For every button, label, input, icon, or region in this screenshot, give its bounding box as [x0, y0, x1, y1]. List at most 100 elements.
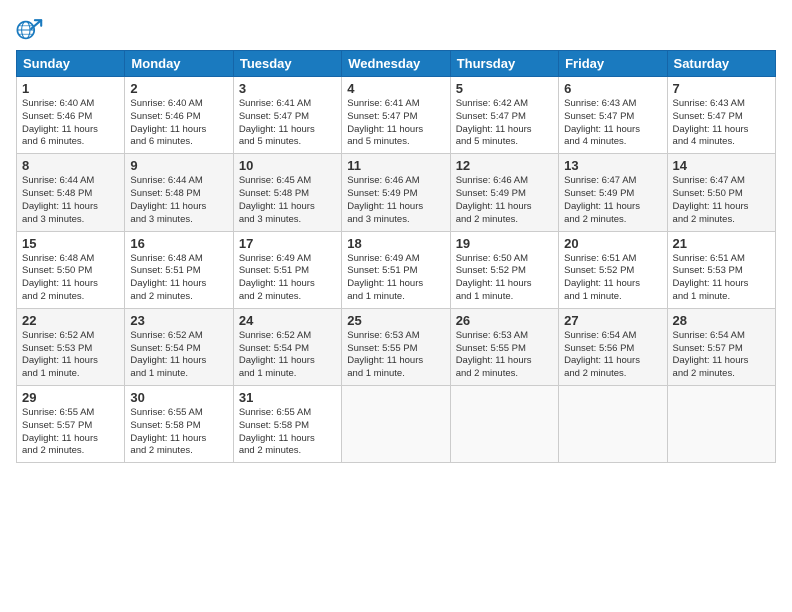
calendar-cell [559, 386, 667, 463]
calendar-cell: 17 Sunrise: 6:49 AMSunset: 5:51 PMDayligh… [233, 231, 341, 308]
day-info: Sunrise: 6:49 AMSunset: 5:51 PMDaylight:… [347, 253, 444, 304]
calendar-cell: 7 Sunrise: 6:43 AMSunset: 5:47 PMDaylight… [667, 77, 775, 154]
day-number: 28 [673, 313, 770, 328]
day-number: 15 [22, 236, 119, 251]
day-info: Sunrise: 6:55 AMSunset: 5:57 PMDaylight:… [22, 407, 119, 458]
calendar-cell: 22 Sunrise: 6:52 AMSunset: 5:53 PMDayligh… [17, 308, 125, 385]
page-container: SundayMondayTuesdayWednesdayThursdayFrid… [0, 0, 792, 471]
weekday-header-row: SundayMondayTuesdayWednesdayThursdayFrid… [17, 51, 776, 77]
weekday-header-saturday: Saturday [667, 51, 775, 77]
day-info: Sunrise: 6:53 AMSunset: 5:55 PMDaylight:… [456, 330, 553, 381]
day-info: Sunrise: 6:52 AMSunset: 5:53 PMDaylight:… [22, 330, 119, 381]
day-number: 21 [673, 236, 770, 251]
week-row-1: 1Sunrise: 6:40 AMSunset: 5:46 PMDaylight… [17, 77, 776, 154]
weekday-header-thursday: Thursday [450, 51, 558, 77]
logo-icon [16, 16, 44, 44]
calendar-cell: 11 Sunrise: 6:46 AMSunset: 5:49 PMDayligh… [342, 154, 450, 231]
calendar-cell: 20 Sunrise: 6:51 AMSunset: 5:52 PMDayligh… [559, 231, 667, 308]
day-number: 23 [130, 313, 227, 328]
calendar-cell: 15 Sunrise: 6:48 AMSunset: 5:50 PMDayligh… [17, 231, 125, 308]
day-number: 24 [239, 313, 336, 328]
calendar-cell: 12Sunrise: 6:46 AMSunset: 5:49 PMDayligh… [450, 154, 558, 231]
day-number: 18 [347, 236, 444, 251]
day-info: Sunrise: 6:46 AMSunset: 5:49 PMDaylight:… [347, 175, 444, 226]
calendar-cell: 18 Sunrise: 6:49 AMSunset: 5:51 PMDayligh… [342, 231, 450, 308]
weekday-header-wednesday: Wednesday [342, 51, 450, 77]
day-info: Sunrise: 6:52 AMSunset: 5:54 PMDaylight:… [130, 330, 227, 381]
day-number: 22 [22, 313, 119, 328]
weekday-header-sunday: Sunday [17, 51, 125, 77]
day-number: 26 [456, 313, 553, 328]
day-number: 5 [456, 81, 553, 96]
day-info: Sunrise: 6:54 AMSunset: 5:56 PMDaylight:… [564, 330, 661, 381]
day-info: Sunrise: 6:44 AMSunset: 5:48 PMDaylight:… [130, 175, 227, 226]
calendar-cell: 2 Sunrise: 6:40 AMSunset: 5:46 PMDaylight… [125, 77, 233, 154]
calendar-cell: 10Sunrise: 6:45 AMSunset: 5:48 PMDayligh… [233, 154, 341, 231]
calendar-cell: 3 Sunrise: 6:41 AMSunset: 5:47 PMDaylight… [233, 77, 341, 154]
day-number: 25 [347, 313, 444, 328]
weekday-header-monday: Monday [125, 51, 233, 77]
calendar-cell: 5 Sunrise: 6:42 AMSunset: 5:47 PMDaylight… [450, 77, 558, 154]
day-number: 11 [347, 158, 444, 173]
calendar-cell: 6Sunrise: 6:43 AMSunset: 5:47 PMDaylight… [559, 77, 667, 154]
calendar-cell [342, 386, 450, 463]
day-info: Sunrise: 6:55 AMSunset: 5:58 PMDaylight:… [130, 407, 227, 458]
calendar-cell: 21 Sunrise: 6:51 AMSunset: 5:53 PMDayligh… [667, 231, 775, 308]
header [16, 16, 776, 44]
day-info: Sunrise: 6:42 AMSunset: 5:47 PMDaylight:… [456, 98, 553, 149]
day-number: 13 [564, 158, 661, 173]
day-info: Sunrise: 6:50 AMSunset: 5:52 PMDaylight:… [456, 253, 553, 304]
day-info: Sunrise: 6:41 AMSunset: 5:47 PMDaylight:… [239, 98, 336, 149]
week-row-3: 15 Sunrise: 6:48 AMSunset: 5:50 PMDayligh… [17, 231, 776, 308]
day-info: Sunrise: 6:40 AMSunset: 5:46 PMDaylight:… [130, 98, 227, 149]
calendar-cell [450, 386, 558, 463]
day-number: 31 [239, 390, 336, 405]
day-info: Sunrise: 6:41 AMSunset: 5:47 PMDaylight:… [347, 98, 444, 149]
day-number: 2 [130, 81, 227, 96]
calendar-cell: 26 Sunrise: 6:53 AMSunset: 5:55 PMDayligh… [450, 308, 558, 385]
calendar-cell: 8Sunrise: 6:44 AMSunset: 5:48 PMDaylight… [17, 154, 125, 231]
calendar-table: SundayMondayTuesdayWednesdayThursdayFrid… [16, 50, 776, 463]
calendar-cell: 4 Sunrise: 6:41 AMSunset: 5:47 PMDaylight… [342, 77, 450, 154]
week-row-2: 8Sunrise: 6:44 AMSunset: 5:48 PMDaylight… [17, 154, 776, 231]
calendar-cell: 19 Sunrise: 6:50 AMSunset: 5:52 PMDayligh… [450, 231, 558, 308]
day-info: Sunrise: 6:49 AMSunset: 5:51 PMDaylight:… [239, 253, 336, 304]
weekday-header-friday: Friday [559, 51, 667, 77]
day-number: 14 [673, 158, 770, 173]
day-info: Sunrise: 6:47 AMSunset: 5:50 PMDaylight:… [673, 175, 770, 226]
day-info: Sunrise: 6:51 AMSunset: 5:53 PMDaylight:… [673, 253, 770, 304]
day-number: 6 [564, 81, 661, 96]
day-info: Sunrise: 6:48 AMSunset: 5:50 PMDaylight:… [22, 253, 119, 304]
calendar-cell: 25 Sunrise: 6:53 AMSunset: 5:55 PMDayligh… [342, 308, 450, 385]
calendar-cell [667, 386, 775, 463]
day-info: Sunrise: 6:40 AMSunset: 5:46 PMDaylight:… [22, 98, 119, 149]
day-info: Sunrise: 6:44 AMSunset: 5:48 PMDaylight:… [22, 175, 119, 226]
day-number: 9 [130, 158, 227, 173]
day-number: 30 [130, 390, 227, 405]
calendar-cell: 13Sunrise: 6:47 AMSunset: 5:49 PMDayligh… [559, 154, 667, 231]
day-info: Sunrise: 6:43 AMSunset: 5:47 PMDaylight:… [673, 98, 770, 149]
day-info: Sunrise: 6:52 AMSunset: 5:54 PMDaylight:… [239, 330, 336, 381]
calendar-cell: 31 Sunrise: 6:55 AMSunset: 5:58 PMDayligh… [233, 386, 341, 463]
day-info: Sunrise: 6:48 AMSunset: 5:51 PMDaylight:… [130, 253, 227, 304]
day-number: 4 [347, 81, 444, 96]
day-number: 3 [239, 81, 336, 96]
weekday-header-tuesday: Tuesday [233, 51, 341, 77]
calendar-cell: 24 Sunrise: 6:52 AMSunset: 5:54 PMDayligh… [233, 308, 341, 385]
week-row-4: 22 Sunrise: 6:52 AMSunset: 5:53 PMDayligh… [17, 308, 776, 385]
calendar-cell: 23 Sunrise: 6:52 AMSunset: 5:54 PMDayligh… [125, 308, 233, 385]
day-number: 20 [564, 236, 661, 251]
day-number: 16 [130, 236, 227, 251]
calendar-cell: 14 Sunrise: 6:47 AMSunset: 5:50 PMDayligh… [667, 154, 775, 231]
day-info: Sunrise: 6:53 AMSunset: 5:55 PMDaylight:… [347, 330, 444, 381]
day-info: Sunrise: 6:45 AMSunset: 5:48 PMDaylight:… [239, 175, 336, 226]
day-info: Sunrise: 6:55 AMSunset: 5:58 PMDaylight:… [239, 407, 336, 458]
day-number: 17 [239, 236, 336, 251]
day-info: Sunrise: 6:51 AMSunset: 5:52 PMDaylight:… [564, 253, 661, 304]
day-number: 7 [673, 81, 770, 96]
calendar-cell: 29Sunrise: 6:55 AMSunset: 5:57 PMDayligh… [17, 386, 125, 463]
day-number: 19 [456, 236, 553, 251]
calendar-cell: 16 Sunrise: 6:48 AMSunset: 5:51 PMDayligh… [125, 231, 233, 308]
calendar-cell: 1Sunrise: 6:40 AMSunset: 5:46 PMDaylight… [17, 77, 125, 154]
day-number: 12 [456, 158, 553, 173]
